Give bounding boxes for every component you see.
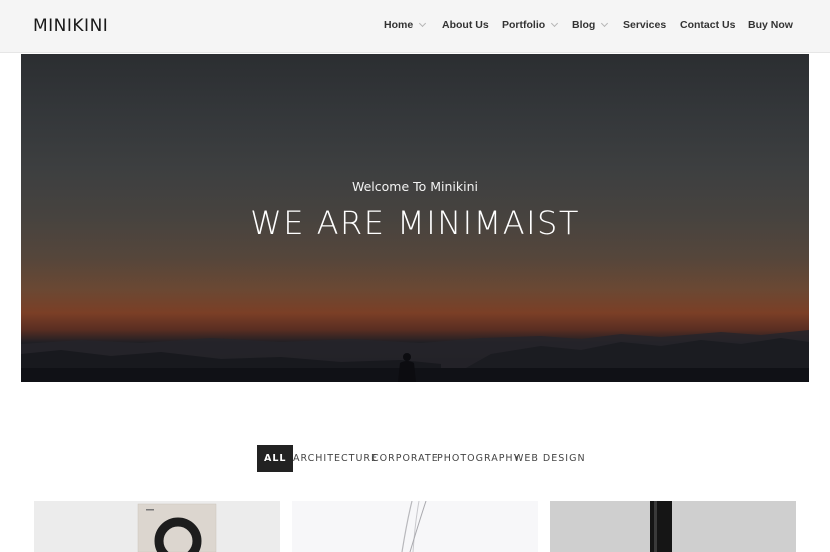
nav-item-portfolio[interactable]: Portfolio [502, 19, 559, 31]
portfolio-item[interactable] [550, 501, 796, 552]
nav-item-label: Home [384, 19, 414, 31]
nav-item-buy-now[interactable]: Buy Now [748, 19, 793, 31]
filter-corporate[interactable]: CORPORATE [372, 445, 439, 472]
nav-item-label: Services [623, 19, 667, 31]
nav-item-blog[interactable]: Blog [572, 19, 609, 31]
filter-architecture[interactable]: ARCHITECTURE [293, 445, 378, 472]
filter-web-design[interactable]: WEB DESIGN [514, 445, 586, 472]
nav-item-contact-us[interactable]: Contact Us [680, 19, 735, 31]
nav-item-label: About Us [442, 19, 489, 31]
portfolio-item[interactable] [34, 501, 280, 552]
chevron-down-icon [551, 19, 559, 28]
nav-item-label: Buy Now [748, 19, 793, 31]
site-header: MINIKINI Home About Us Portfolio Blog Se… [0, 0, 830, 53]
portfolio-image [137, 503, 217, 552]
main-nav: Home About Us Portfolio Blog Services Co… [0, 19, 830, 35]
nav-item-home[interactable]: Home [384, 19, 427, 31]
nav-item-label: Blog [572, 19, 596, 31]
portfolio-filters: ALL ARCHITECTURE CORPORATE PHOTOGRAPHY W… [0, 445, 830, 472]
chevron-down-icon [419, 19, 427, 28]
portfolio-image [650, 501, 672, 552]
portfolio-image [401, 501, 427, 552]
portfolio-item[interactable] [292, 501, 538, 552]
filter-photography[interactable]: PHOTOGRAPHY [437, 445, 520, 472]
nav-item-label: Portfolio [502, 19, 546, 31]
chevron-down-icon [601, 19, 609, 28]
nav-item-label: Contact Us [680, 19, 736, 31]
hero-subtitle: Welcome To Minikini [351, 179, 479, 194]
hero-title: WE ARE MINIMAIST [250, 204, 580, 242]
hero-banner: Welcome To Minikini WE ARE MINIMAIST [21, 54, 809, 382]
nav-item-about-us[interactable]: About Us [442, 19, 489, 31]
nav-item-services[interactable]: Services [623, 19, 666, 31]
filter-all[interactable]: ALL [257, 445, 294, 472]
